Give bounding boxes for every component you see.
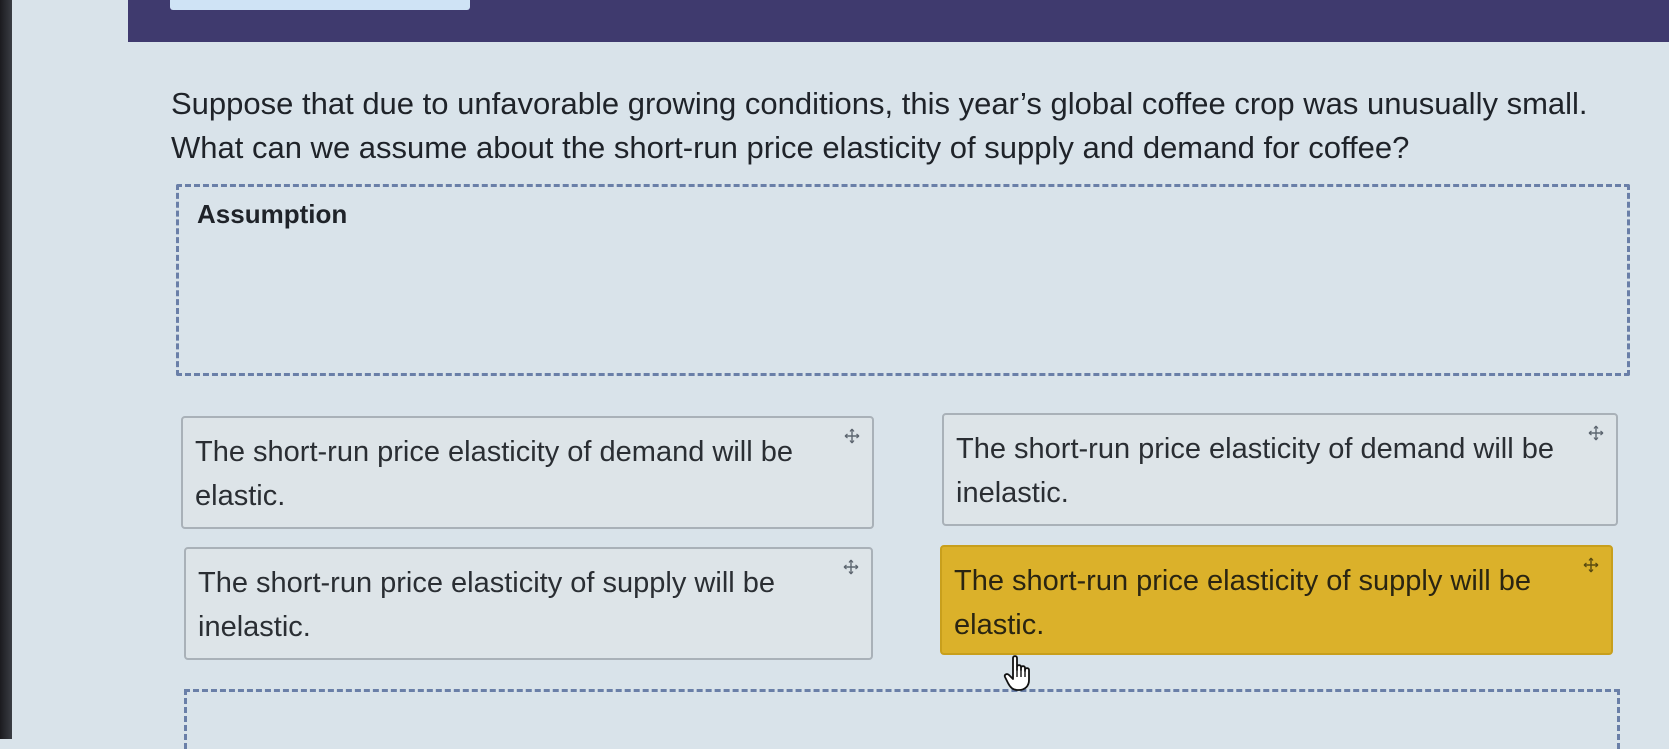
- answer-card-text: The short-run price elasticity of supply…: [198, 567, 776, 643]
- answer-card-text: The short-run price elasticity of supply…: [954, 565, 1532, 641]
- answer-card-demand-inelastic[interactable]: The short-run price elasticity of demand…: [942, 413, 1618, 526]
- answer-card-text: The short-run price elasticity of demand…: [195, 436, 793, 512]
- hand-pointer-icon: [1003, 653, 1037, 693]
- header-tab[interactable]: [170, 0, 470, 10]
- second-drop-zone[interactable]: [184, 689, 1620, 749]
- answer-card-demand-elastic[interactable]: The short-run price elasticity of demand…: [181, 416, 874, 529]
- answer-card-text: The short-run price elasticity of demand…: [956, 433, 1554, 509]
- drop-zone-label: Assumption: [197, 199, 348, 229]
- answer-card-supply-inelastic[interactable]: The short-run price elasticity of supply…: [184, 547, 873, 660]
- move-icon: [1588, 425, 1604, 441]
- answer-card-supply-elastic[interactable]: The short-run price elasticity of supply…: [940, 545, 1613, 655]
- move-icon: [844, 428, 860, 444]
- assumption-drop-zone[interactable]: Assumption: [176, 184, 1630, 376]
- screen-bezel: [0, 0, 12, 739]
- move-icon: [843, 559, 859, 575]
- question-text: Suppose that due to unfavorable growing …: [171, 86, 1588, 165]
- move-icon: [1583, 557, 1599, 573]
